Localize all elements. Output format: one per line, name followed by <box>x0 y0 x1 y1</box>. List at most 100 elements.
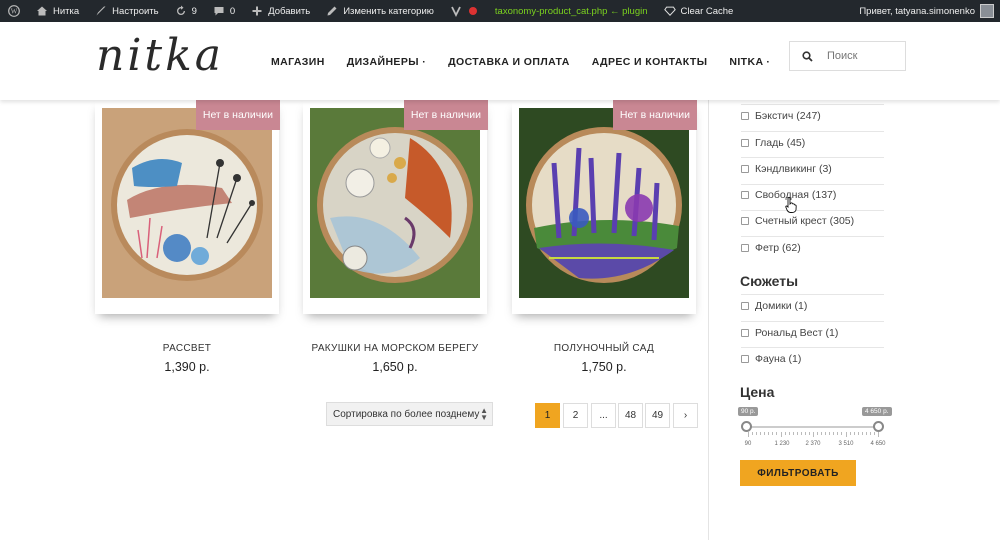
edit-category-label: Изменить категорию <box>343 5 434 17</box>
tick-label: 4 650 <box>870 441 886 447</box>
status-dot-icon <box>468 7 477 15</box>
checkbox[interactable] <box>741 302 749 310</box>
diamond-icon <box>663 6 676 17</box>
template-info: taxonomy-product_cat.php ← plugin <box>494 5 648 17</box>
checkbox[interactable] <box>741 355 749 363</box>
filter-label: Гладь (45) <box>755 137 806 149</box>
price-min-handle[interactable] <box>741 421 752 432</box>
filter-button[interactable]: ФИЛЬТРОВАТЬ <box>740 460 856 486</box>
slider-tick <box>817 432 819 435</box>
home-icon <box>37 6 47 16</box>
page-ellipsis: ... <box>591 403 616 428</box>
filter-label: Бэкстич (247) <box>755 110 821 122</box>
filter-option[interactable]: Свободная (137) <box>741 189 884 201</box>
checkbox[interactable] <box>741 217 749 225</box>
slider-tick <box>752 432 754 435</box>
checkbox[interactable] <box>741 244 749 252</box>
out-of-stock-badge: Нет в наличии <box>195 100 280 130</box>
price-slider-track[interactable] <box>746 426 879 428</box>
greeting: Привет, tatyana.simonenko <box>859 5 975 17</box>
filter-option[interactable]: Фауна (1) <box>741 353 884 365</box>
price-max-bubble: 4 650 р. <box>862 407 892 416</box>
price-max-handle[interactable] <box>873 421 884 432</box>
nav-item-contacts[interactable]: АДРЕС И КОНТАКТЫ <box>592 56 708 68</box>
out-of-stock-badge: Нет в наличии <box>403 100 488 130</box>
add-new-label: Добавить <box>268 5 311 17</box>
filter-option[interactable]: Гладь (45) <box>741 137 884 149</box>
slider-tick <box>748 432 749 437</box>
product-title[interactable]: РАССВЕТ <box>95 343 279 354</box>
slider-tick <box>861 432 863 435</box>
updates-item[interactable]: 9 <box>167 0 205 22</box>
page-link-49[interactable]: 49 <box>645 403 670 428</box>
slider-tick <box>829 432 831 435</box>
sidebar-divider <box>708 100 709 540</box>
product-image <box>102 108 272 298</box>
slider-tick <box>780 432 782 437</box>
filter-divider <box>741 184 884 185</box>
page-link-48[interactable]: 48 <box>618 403 643 428</box>
filter-label: Рональд Вест (1) <box>755 327 839 339</box>
site-header: nitka МАГАЗИН ДИЗАЙНЕРЫ · ДОСТАВКА И ОПЛ… <box>0 22 1000 100</box>
pencil-icon <box>327 6 337 16</box>
customize-label: Настроить <box>112 5 159 17</box>
page-link-1[interactable]: 1 <box>535 403 560 428</box>
plots-heading: Сюжеты <box>740 273 799 289</box>
checkbox[interactable] <box>741 139 749 147</box>
checkbox[interactable] <box>741 329 749 337</box>
checkbox[interactable] <box>741 165 749 173</box>
filter-divider <box>741 104 884 105</box>
filter-divider <box>741 131 884 132</box>
product-price: 1,750 р. <box>581 360 627 374</box>
customize-item[interactable]: Настроить <box>87 0 166 22</box>
nav-item-shop[interactable]: МАГАЗИН <box>271 56 325 68</box>
filter-label: Счетный крест (305) <box>755 215 855 227</box>
slider-tick <box>857 432 859 435</box>
site-logo[interactable]: nitka <box>96 30 224 81</box>
main-nav: МАГАЗИН ДИЗАЙНЕРЫ · ДОСТАВКА И ОПЛАТА АД… <box>271 56 770 68</box>
tick-label: 1 230 <box>774 441 790 447</box>
filter-option[interactable]: Счетный крест (305) <box>741 215 884 227</box>
filter-option[interactable]: Домики (1) <box>741 300 884 312</box>
comments-item[interactable]: 0 <box>205 0 243 22</box>
filter-option[interactable]: Рональд Вест (1) <box>741 327 884 339</box>
page-link-2[interactable]: 2 <box>563 403 588 428</box>
next-page-button[interactable]: › <box>673 403 698 428</box>
select-caret-icon: ▲ ▼ <box>480 406 488 422</box>
comments-count: 0 <box>229 5 236 17</box>
filter-option[interactable]: Кэндлвикинг (3) <box>741 163 884 175</box>
sort-select[interactable]: Сортировка по более позднему ▲ ▼ <box>326 402 493 426</box>
product-card[interactable]: Нет в наличии <box>303 100 488 314</box>
checkbox[interactable] <box>741 191 749 199</box>
nav-item-delivery[interactable]: ДОСТАВКА И ОПЛАТА <box>448 56 570 68</box>
product-title[interactable]: РАКУШКИ НА МОРСКОМ БЕРЕГУ <box>303 343 487 354</box>
edit-category-item[interactable]: Изменить категорию <box>318 0 442 22</box>
brush-icon <box>96 6 106 16</box>
add-new-item[interactable]: Добавить <box>243 0 318 22</box>
site-name: Нитка <box>53 5 80 17</box>
slider-tick <box>873 432 875 435</box>
clear-cache-item[interactable]: Clear Cache <box>656 0 742 22</box>
filter-divider <box>741 157 884 158</box>
nav-item-designers[interactable]: ДИЗАЙНЕРЫ · <box>347 56 426 68</box>
template-item[interactable]: taxonomy-product_cat.php ← plugin <box>487 0 656 22</box>
product-image <box>310 108 480 298</box>
nav-item-nitka[interactable]: NITKA · <box>729 56 770 68</box>
product-title[interactable]: ПОЛУНОЧНЫЙ САД <box>512 343 696 354</box>
seo-item[interactable] <box>442 0 487 22</box>
account-item[interactable]: Привет, tatyana.simonenko <box>859 4 1000 18</box>
product-card[interactable]: Нет в наличии <box>512 100 697 314</box>
slider-tick <box>784 432 786 435</box>
filter-divider <box>741 347 884 348</box>
slider-tick <box>792 432 794 435</box>
search-box[interactable] <box>789 41 906 71</box>
filter-option[interactable]: Бэкстич (247) <box>741 110 884 122</box>
slider-tick <box>796 432 798 435</box>
filter-option[interactable]: Фетр (62) <box>741 242 884 254</box>
checkbox[interactable] <box>741 112 749 120</box>
search-input[interactable] <box>827 50 897 62</box>
slider-tick <box>764 432 766 435</box>
wp-logo-item[interactable]: W <box>0 0 28 22</box>
site-name-item[interactable]: Нитка <box>28 0 87 22</box>
product-card[interactable]: Нет в наличии <box>95 100 280 314</box>
